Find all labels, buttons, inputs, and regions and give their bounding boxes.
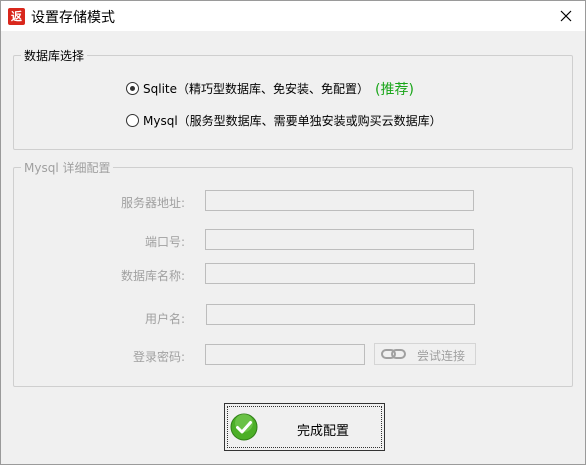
recommend-label: (推荐) xyxy=(375,82,414,98)
db-selection-legend: 数据库选择 xyxy=(21,47,88,64)
radio-mysql-indicator[interactable] xyxy=(126,114,139,127)
test-connection-button[interactable]: 尝试连接 xyxy=(374,343,476,365)
checkmark-icon xyxy=(230,413,258,441)
close-button[interactable] xyxy=(547,1,585,31)
db-selection-group xyxy=(13,55,573,150)
username-input[interactable] xyxy=(206,304,475,325)
password-label: 登录密码: xyxy=(132,350,185,364)
title-bar: 返 设置存储模式 xyxy=(1,1,585,31)
database-name-label: 数据库名称: xyxy=(120,269,185,283)
radio-mysql-label: Mysql（服务型数据库、需要单独安装或购买云数据库） xyxy=(143,114,442,128)
username-label: 用户名: xyxy=(144,312,185,326)
server-address-label: 服务器地址: xyxy=(120,196,185,210)
settings-dialog: 返 设置存储模式 数据库选择 Sqlite（精巧型数据库、免安装、免配置） (推… xyxy=(0,0,586,465)
mysql-config-legend: Mysql 详细配置 xyxy=(21,159,114,176)
port-input[interactable] xyxy=(205,229,474,250)
radio-sqlite-label: Sqlite（精巧型数据库、免安装、免配置） xyxy=(143,82,369,96)
app-logo-icon: 返 xyxy=(8,8,25,25)
finish-config-button[interactable]: 完成配置 xyxy=(224,403,385,451)
password-input[interactable] xyxy=(205,344,365,365)
link-icon xyxy=(381,349,406,359)
test-connection-label: 尝试连接 xyxy=(417,349,466,363)
port-label: 端口号: xyxy=(144,235,185,249)
close-icon xyxy=(560,10,572,22)
server-address-input[interactable] xyxy=(205,190,474,211)
finish-config-label: 完成配置 xyxy=(297,424,350,439)
database-name-input[interactable] xyxy=(205,263,475,284)
window-title: 设置存储模式 xyxy=(31,10,115,26)
radio-sqlite-indicator[interactable] xyxy=(126,82,139,95)
